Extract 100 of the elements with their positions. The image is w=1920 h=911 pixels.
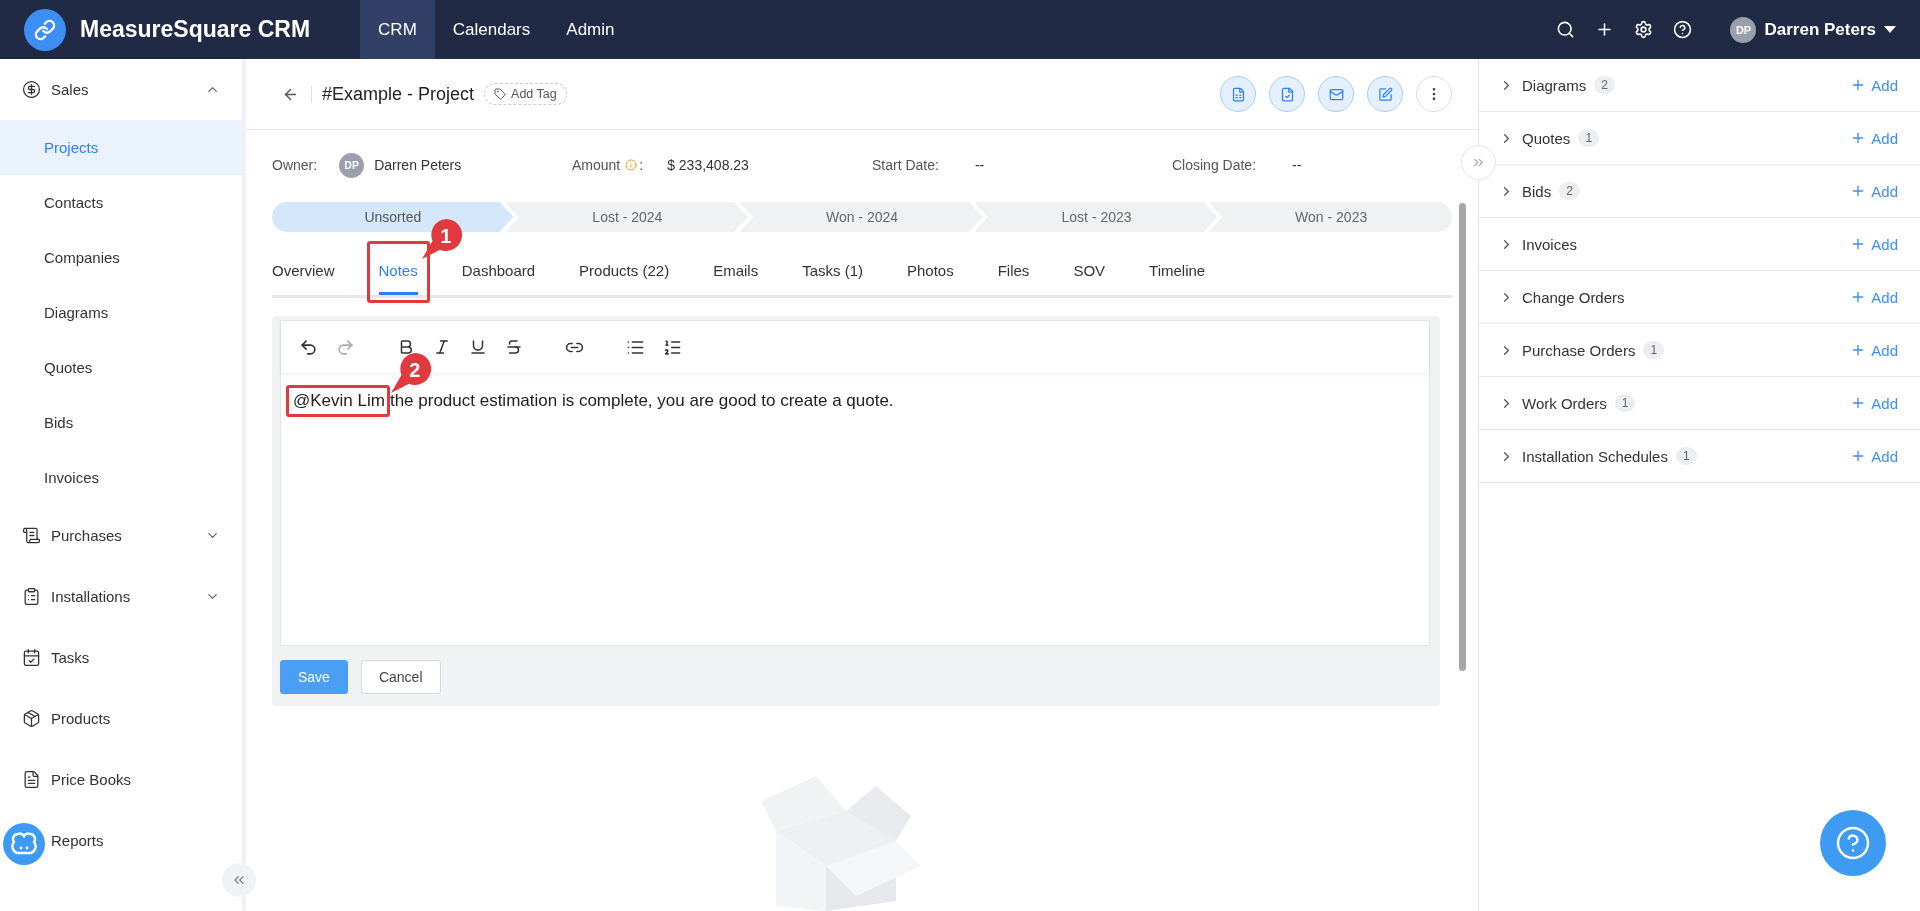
sidebar-label: Installations [51,588,131,605]
user-menu[interactable]: DP Darren Peters [1730,16,1896,43]
sidebar-item[interactable]: Projects [0,120,242,175]
app-name: MeasureSquare CRM [80,16,311,43]
tab[interactable]: Files [997,245,1030,295]
underline-icon[interactable] [469,338,487,356]
section-toggle[interactable]: Diagrams [1499,76,1587,94]
section-toggle[interactable]: Installation Schedules [1499,447,1668,465]
field-value: -- [1292,157,1302,173]
stage-step[interactable]: Lost - 2023 [973,202,1218,232]
italic-icon[interactable] [433,338,451,356]
mail-icon [1328,86,1344,102]
field-value: Darren Peters [374,157,462,173]
field-value: $ 233,408.23 [667,157,749,173]
sidebar-label: Tasks [51,649,90,666]
sidebar-item[interactable]: Quotes [0,340,242,395]
count-badge: 1 [1643,341,1665,359]
field-label: : [639,157,644,173]
edit-icon [1377,86,1393,102]
undo-icon[interactable] [299,337,318,357]
field-value: -- [974,157,985,173]
callout-badge: 2 [388,351,433,395]
section-toggle[interactable]: Change Orders [1499,288,1625,306]
help-icon [1835,825,1871,861]
note-editor[interactable]: @Kevin Lim 2 the product estimation is complete, you are good to create a quote. [280,320,1430,646]
search-icon[interactable] [1556,20,1576,39]
section-toggle[interactable]: Quotes [1499,129,1571,147]
logo-icon [24,8,66,51]
count-badge: 1 [1675,447,1697,465]
mention[interactable]: @Kevin Lim [293,391,385,411]
sidebar-item[interactable]: Companies [0,230,242,285]
tab[interactable]: Tasks (1) [802,245,863,295]
cancel-button[interactable]: Cancel [360,660,441,694]
project-title: #Example - Project [322,83,475,105]
add-tag-button[interactable]: Add Tag [484,83,567,105]
sidebar-item[interactable]: Sales [0,59,242,120]
sidebar-item[interactable]: Reports [0,810,242,871]
nav-tab[interactable]: CRM [360,0,435,59]
sheet-icon [1230,86,1246,102]
tab[interactable]: Emails [713,245,759,295]
section-toggle[interactable]: Bids [1499,182,1552,200]
edit-button[interactable] [1367,76,1403,112]
file-check-button[interactable] [1269,76,1305,112]
sidebar-item[interactable]: Diagrams [0,285,242,340]
tab[interactable]: SOV [1073,245,1106,295]
section-toggle[interactable]: Work Orders [1499,394,1607,412]
sheet-button[interactable] [1220,76,1256,112]
settings-icon[interactable] [1634,20,1654,39]
sidebar-item[interactable]: Purchases [0,505,242,566]
info-icon [625,159,638,171]
highlight-frame [366,241,430,303]
bot-icon [11,832,37,856]
field-label: Closing Date: [1172,157,1257,173]
section-toggle[interactable]: Purchase Orders [1499,341,1636,359]
sidebar-item[interactable]: Price Books [0,749,242,810]
nav-tab[interactable]: Calendars [434,0,549,59]
package-icon [22,709,41,728]
clipboard-icon [22,587,41,606]
chat-bot-button[interactable] [3,823,45,865]
sidebar-item[interactable]: Invoices [0,450,242,505]
tab[interactable]: Notes [378,245,418,295]
sidebar-item[interactable]: Products [0,688,242,749]
sidebar-label: Products [51,710,111,727]
count-badge: 2 [1559,182,1580,200]
sidebar-item[interactable]: Contacts [0,175,242,230]
count-badge: 1 [1614,394,1636,412]
stage-step[interactable]: Lost - 2024 [504,202,749,232]
numbered-list-icon[interactable] [663,337,682,357]
tab[interactable]: Dashboard [461,245,536,295]
sidebar-label: Price Books [51,771,132,788]
field-label: Amount [572,157,621,173]
strikethrough-icon[interactable] [505,338,523,356]
count-badge: 2 [1594,76,1615,94]
stage-step[interactable]: Won - 2024 [739,202,983,232]
tab[interactable]: Photos [907,245,954,295]
nav-tab[interactable]: Admin [548,0,633,59]
mail-button[interactable] [1318,76,1354,112]
sidebar-label: Reports [51,832,104,849]
sidebar-item[interactable]: Installations [0,566,242,627]
file-check-icon [1279,86,1295,102]
count-badge: 1 [1578,129,1600,147]
sidebar-label: Sales [51,81,89,98]
tab[interactable]: Timeline [1149,245,1206,295]
tab[interactable]: Products (22) [579,245,670,295]
sidebar-item[interactable]: Tasks [0,627,242,688]
back-arrow-icon[interactable] [282,85,312,103]
tab[interactable]: Overview [272,245,335,295]
sidebar-item[interactable]: Bids [0,395,242,450]
sidebar-label: Purchases [51,527,122,544]
help-icon[interactable] [1673,20,1693,39]
field-label: Start Date: [872,157,939,173]
owner-avatar: DP [339,152,365,178]
stage-step[interactable]: Won - 2023 [1208,202,1452,232]
calendar-icon [22,648,41,667]
tag-icon [494,88,507,100]
dollar-icon [22,80,41,99]
field-label: Owner: [272,157,318,173]
section-toggle[interactable]: Invoices [1499,235,1578,253]
document-icon [22,770,41,789]
scrollbar[interactable] [1459,203,1466,671]
